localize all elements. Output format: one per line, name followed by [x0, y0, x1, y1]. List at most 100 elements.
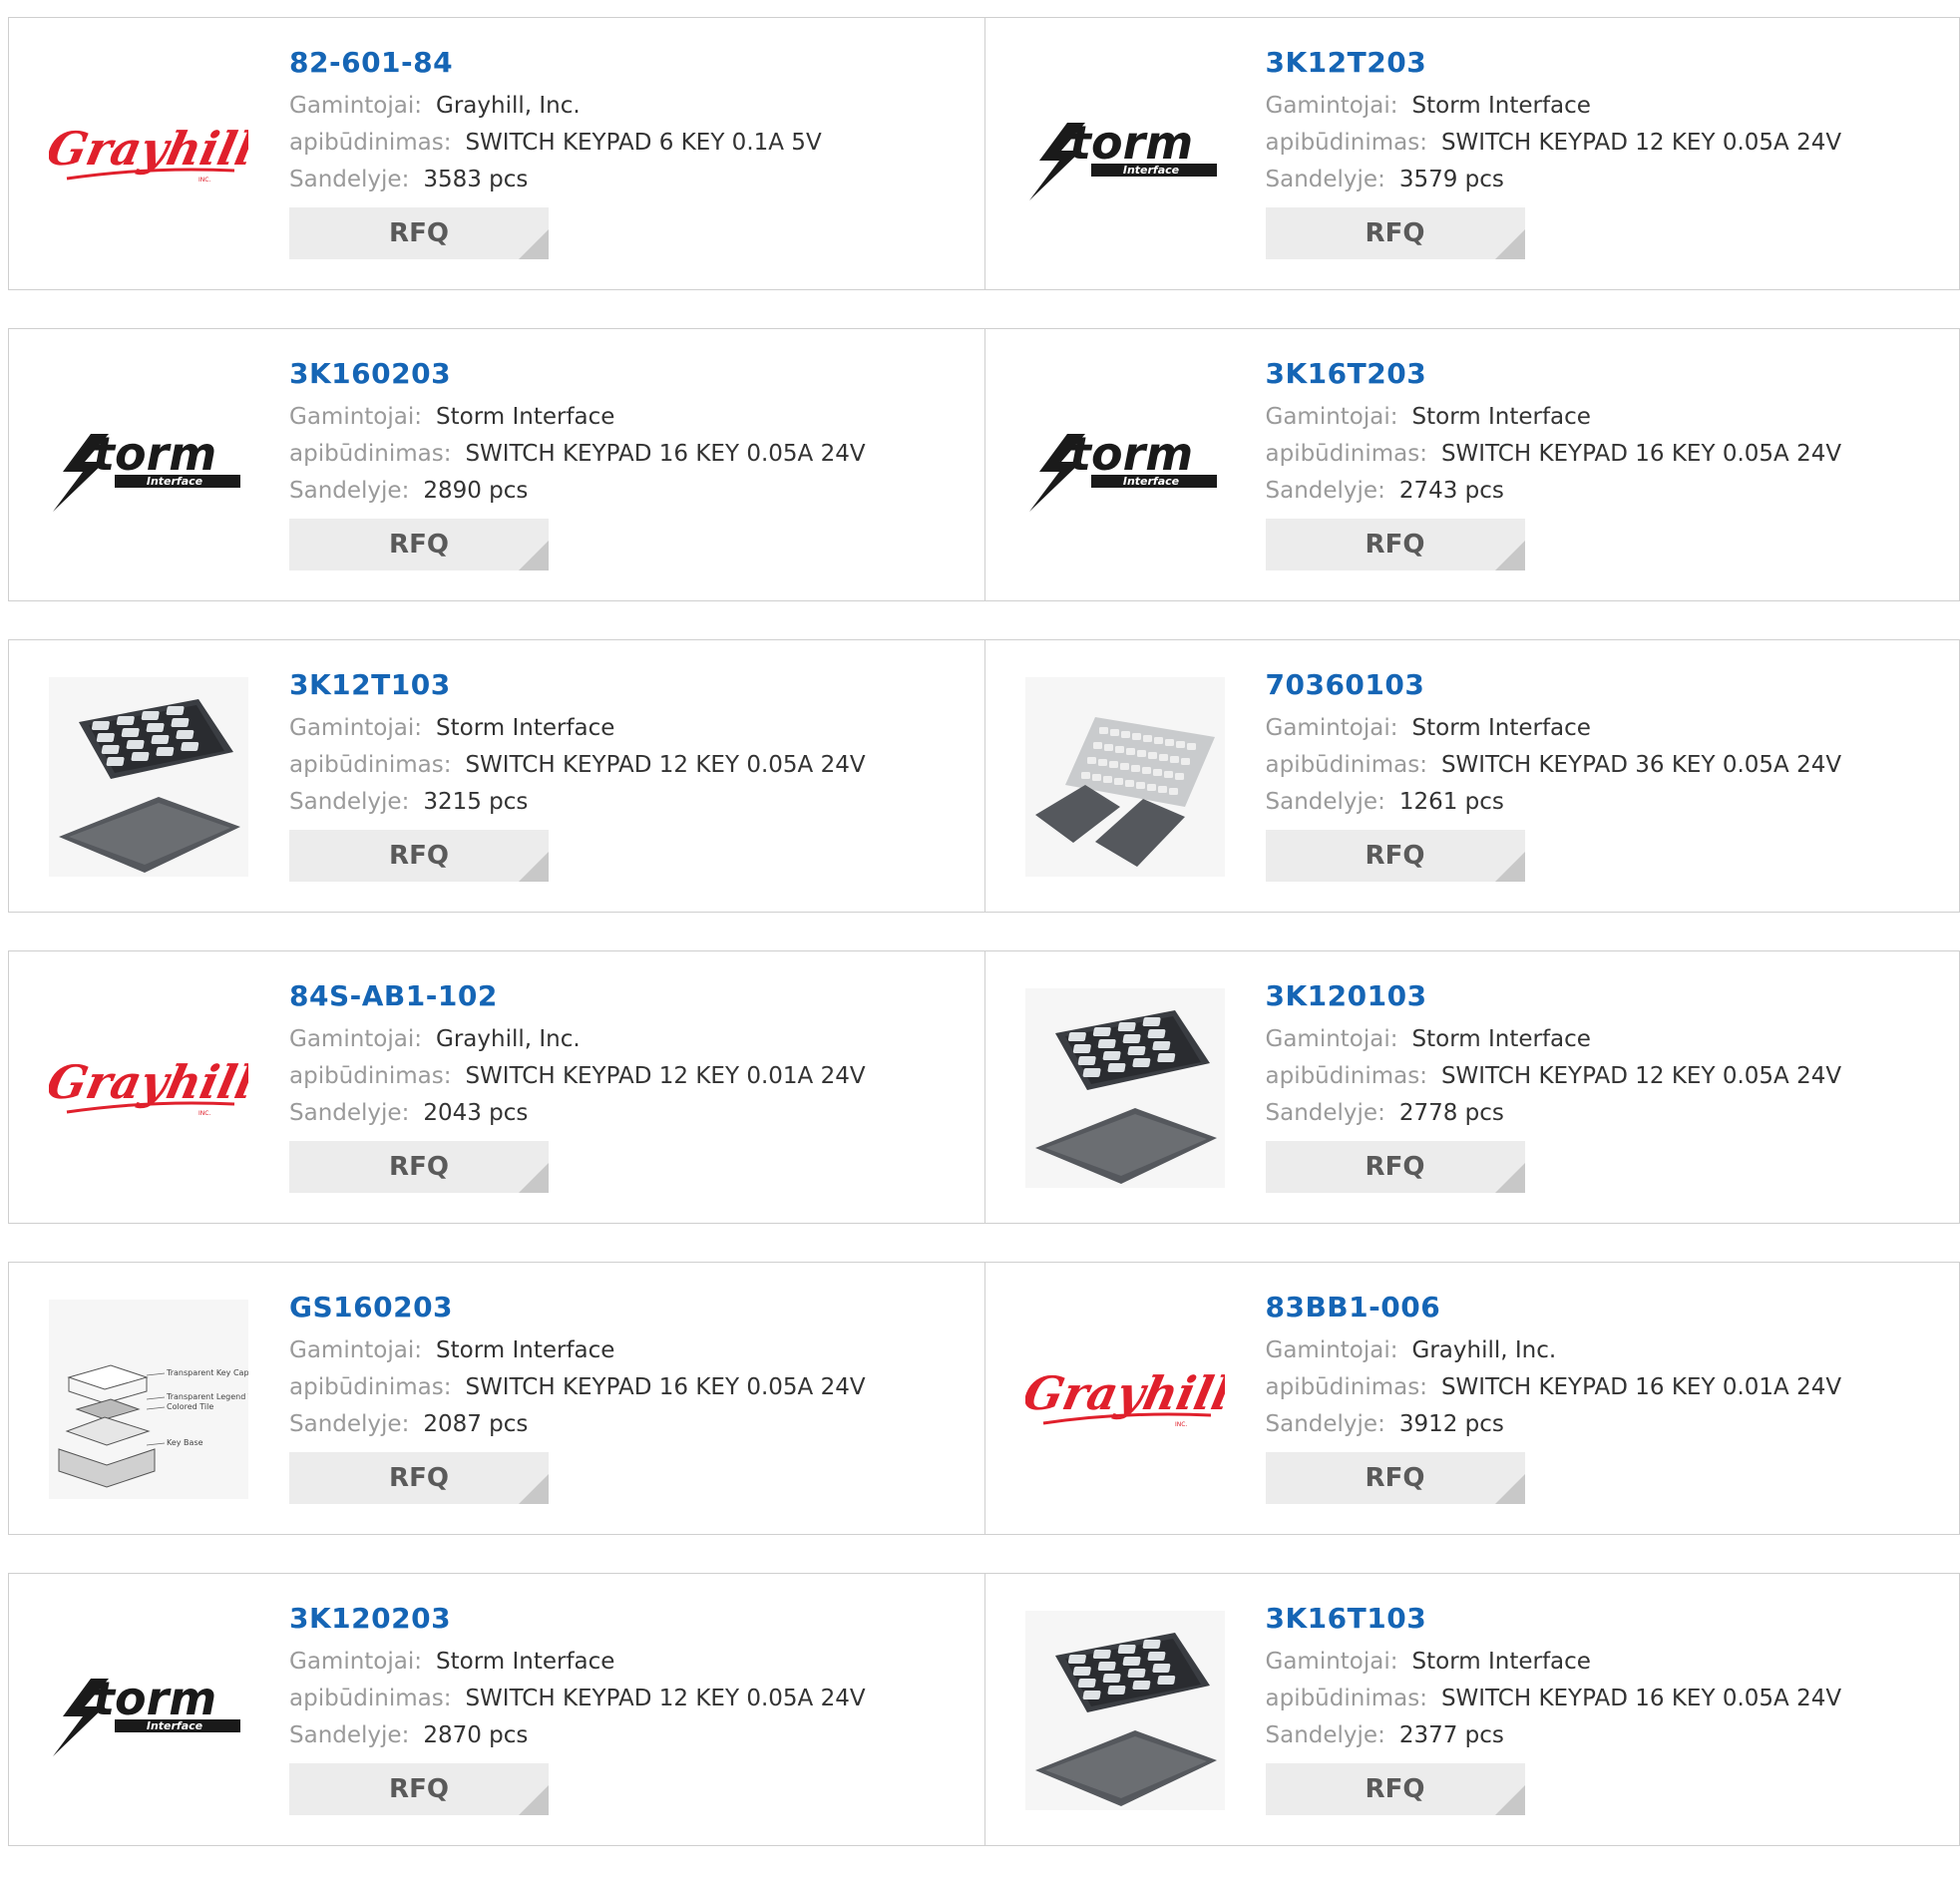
manufacturer-value: Storm Interface — [436, 715, 615, 741]
part-number-link[interactable]: 3K12T103 — [289, 668, 866, 702]
description-label: apibūdinimas: — [289, 441, 452, 467]
manufacturer-line: Gamintojai: Storm Interface — [289, 1332, 866, 1369]
manufacturer-line: Gamintojai: Storm Interface — [1266, 88, 1842, 125]
part-number-link[interactable]: 84S-AB1-102 — [289, 979, 866, 1013]
product-image[interactable] — [1024, 1611, 1225, 1810]
grayhill-logo: Grayhill INC. — [49, 121, 248, 184]
manufacturer-line: Gamintojai: Storm Interface — [289, 1644, 866, 1681]
description-line: apibūdinimas: SWITCH KEYPAD 16 KEY 0.05A … — [1266, 436, 1842, 473]
storm-logo: tormInterface — [1028, 427, 1217, 512]
part-number-link[interactable]: 70360103 — [1266, 668, 1842, 702]
product-image[interactable]: Transparent Key Cap Transparent Legend Ti… — [49, 1300, 248, 1499]
manufacturer-line: Gamintojai: Storm Interface — [1266, 1644, 1842, 1681]
keypad-photo — [1034, 1010, 1217, 1184]
stock-value: 2043 pcs — [423, 1100, 529, 1126]
product-image[interactable]: Grayhill INC. — [1024, 1300, 1225, 1499]
stock-label: Sandelyje: — [1265, 1100, 1385, 1126]
description-line: apibūdinimas: SWITCH KEYPAD 12 KEY 0.05A … — [1266, 125, 1842, 162]
stock-line: Sandelyje: 2743 pcs — [1266, 473, 1842, 510]
grayhill-logo-text: Grayhill — [49, 121, 248, 175]
description-label: apibūdinimas: — [1265, 1063, 1427, 1089]
stock-value: 2778 pcs — [1398, 1100, 1504, 1126]
corner-triangle-icon — [1494, 229, 1525, 259]
manufacturer-label: Gamintojai: — [289, 1337, 423, 1363]
rfq-button[interactable]: RFQ — [1265, 207, 1525, 259]
stock-label: Sandelyje: — [1265, 1722, 1385, 1748]
manufacturer-value: Storm Interface — [1411, 1026, 1591, 1052]
rfq-button[interactable]: RFQ — [1265, 1141, 1525, 1193]
part-number-link[interactable]: GS160203 — [289, 1291, 866, 1324]
part-number-link[interactable]: 3K120103 — [1266, 979, 1842, 1013]
part-number-link[interactable]: 82-601-84 — [289, 46, 822, 80]
part-number-link[interactable]: 3K160203 — [289, 357, 866, 391]
rfq-button[interactable]: RFQ — [289, 1141, 549, 1193]
product-image[interactable]: torm Interface — [1024, 55, 1225, 254]
part-number-link[interactable]: 3K120203 — [289, 1602, 866, 1636]
corner-triangle-icon — [519, 1785, 549, 1815]
rfq-button[interactable]: RFQ — [1265, 519, 1525, 570]
product-image[interactable] — [1024, 988, 1225, 1188]
rfq-button[interactable]: RFQ — [1265, 830, 1525, 882]
rfq-button[interactable]: RFQ — [289, 1452, 549, 1504]
grayhill-logo-sub: INC. — [1175, 1421, 1187, 1428]
part-number-link[interactable]: 3K12T203 — [1266, 46, 1842, 80]
rfq-button[interactable]: RFQ — [289, 830, 549, 882]
stock-value: 2377 pcs — [1398, 1722, 1504, 1748]
rfq-button[interactable]: RFQ — [289, 207, 549, 259]
description-label: apibūdinimas: — [289, 130, 452, 156]
description-value: SWITCH KEYPAD 16 KEY 0.05A 24V — [465, 441, 866, 467]
product-card: Grayhill INC. 83BB1-006 Gamintojai: Grayhi… — [983, 1263, 1960, 1534]
stock-line: Sandelyje: 2890 pcs — [289, 473, 866, 510]
description-label: apibūdinimas: — [1265, 1686, 1427, 1711]
manufacturer-line: Gamintojai: Storm Interface — [1266, 399, 1842, 436]
rfq-label: RFQ — [1365, 841, 1425, 871]
description-label: apibūdinimas: — [289, 1374, 452, 1400]
product-card: 3K12T103 Gamintojai: Storm Interface apib… — [9, 640, 984, 912]
manufacturer-label: Gamintojai: — [289, 93, 423, 119]
stock-label: Sandelyje: — [1265, 1411, 1385, 1437]
rfq-button[interactable]: RFQ — [289, 1763, 549, 1815]
manufacturer-label: Gamintojai: — [1265, 93, 1398, 119]
diagram-label: Transparent Legend Tile — [166, 1392, 248, 1401]
storm-logo-text: torm — [1069, 116, 1193, 170]
stock-line: Sandelyje: 2778 pcs — [1266, 1095, 1842, 1132]
stock-label: Sandelyje: — [1265, 789, 1385, 815]
manufacturer-label: Gamintojai: — [289, 715, 423, 741]
product-image[interactable] — [1024, 677, 1225, 877]
rfq-button[interactable]: RFQ — [1265, 1452, 1525, 1504]
stock-value: 2087 pcs — [423, 1411, 529, 1437]
stock-label: Sandelyje: — [289, 1722, 410, 1748]
product-image[interactable]: Grayhill INC. — [49, 55, 248, 254]
rfq-button[interactable]: RFQ — [1265, 1763, 1525, 1815]
storm-logo-text: torm — [93, 427, 216, 481]
description-line: apibūdinimas: SWITCH KEYPAD 16 KEY 0.05A … — [1266, 1681, 1842, 1717]
grayhill-logo: Grayhill INC. — [49, 1054, 248, 1117]
description-label: apibūdinimas: — [1265, 1374, 1427, 1400]
part-number-link[interactable]: 3K16T203 — [1266, 357, 1842, 391]
manufacturer-value: Storm Interface — [436, 404, 615, 430]
product-image[interactable]: torm Interface — [49, 1611, 248, 1810]
description-label: apibūdinimas: — [289, 1063, 452, 1089]
manufacturer-line: Gamintojai: Grayhill, Inc. — [289, 88, 822, 125]
keypad-photo — [1034, 1633, 1217, 1806]
description-line: apibūdinimas: SWITCH KEYPAD 12 KEY 0.01A … — [289, 1058, 866, 1095]
corner-triangle-icon — [519, 852, 549, 882]
description-value: SWITCH KEYPAD 12 KEY 0.05A 24V — [1440, 130, 1842, 156]
product-image[interactable]: torm Interface — [1024, 366, 1225, 565]
product-image[interactable]: torm Interface — [49, 366, 248, 565]
keypad-photo — [59, 699, 240, 873]
description-value: SWITCH KEYPAD 16 KEY 0.05A 24V — [465, 1374, 866, 1400]
rfq-button[interactable]: RFQ — [289, 519, 549, 570]
part-number-link[interactable]: 3K16T103 — [1266, 1602, 1842, 1636]
storm-logo-sub: Interface — [147, 475, 203, 488]
description-label: apibūdinimas: — [1265, 441, 1427, 467]
product-image[interactable]: Grayhill INC. — [49, 988, 248, 1188]
description-label: apibūdinimas: — [289, 1686, 452, 1711]
storm-logo-sub: Interface — [147, 1719, 203, 1732]
description-value: SWITCH KEYPAD 12 KEY 0.01A 24V — [465, 1063, 866, 1089]
stock-label: Sandelyje: — [289, 1100, 410, 1126]
product-image[interactable] — [49, 677, 248, 877]
product-row: 3K12T103 Gamintojai: Storm Interface apib… — [8, 639, 1960, 913]
stock-label: Sandelyje: — [289, 167, 410, 192]
part-number-link[interactable]: 83BB1-006 — [1266, 1291, 1842, 1324]
